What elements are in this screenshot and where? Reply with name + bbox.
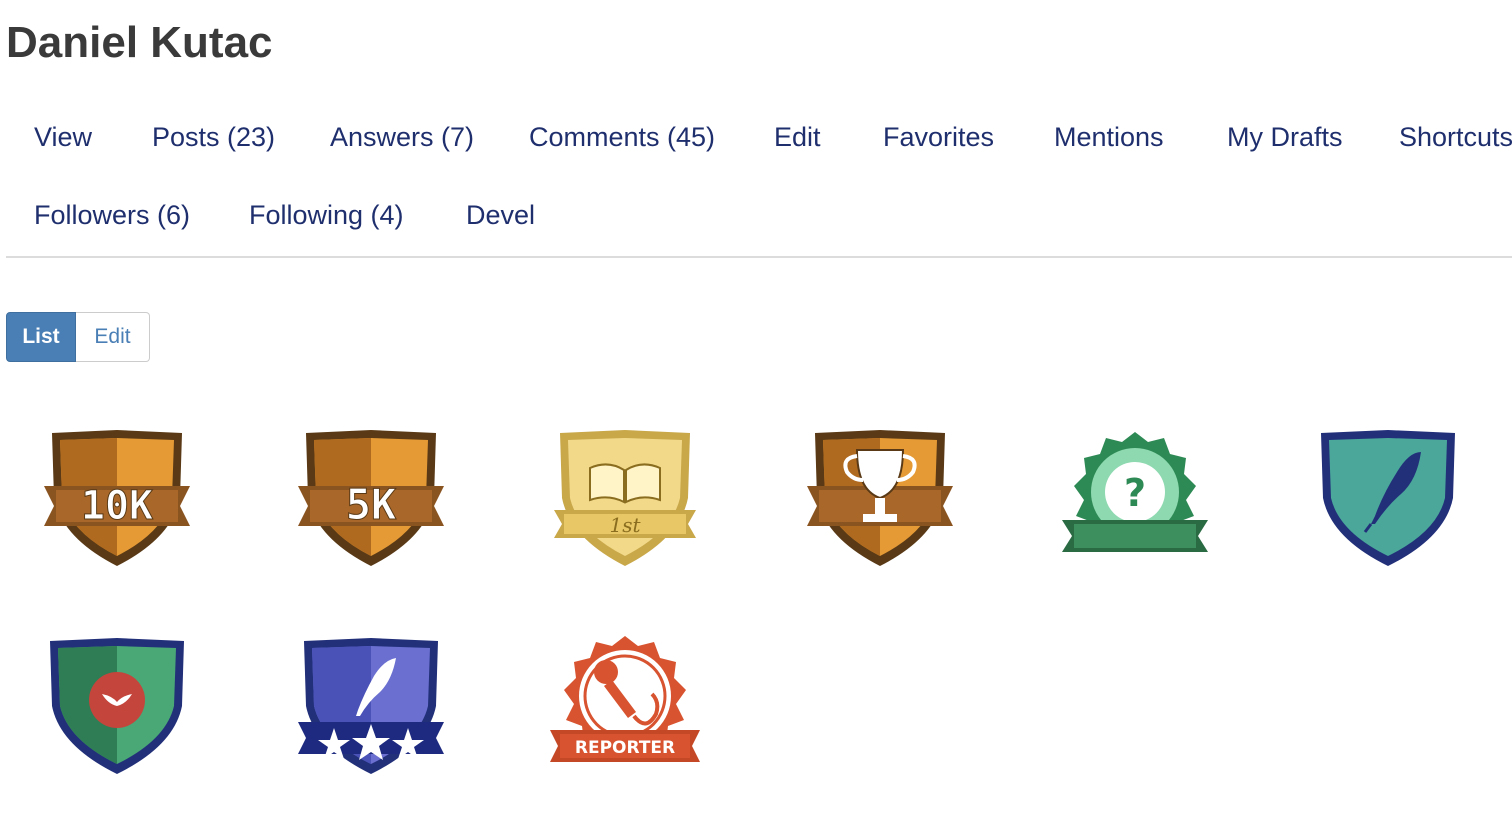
- 5k-badge-text: 5K: [346, 480, 397, 529]
- tabs-divider: [6, 256, 1512, 258]
- feather-shield-badge-icon[interactable]: [1313, 428, 1463, 568]
- 5k-badge-icon[interactable]: 5K: [296, 428, 446, 568]
- tab-shortcuts[interactable]: Shortcuts: [1399, 122, 1512, 153]
- red-emblem-shield-badge-icon[interactable]: [42, 636, 192, 776]
- tab-mentions[interactable]: Mentions: [1054, 122, 1164, 153]
- tab-followers[interactable]: Followers (6): [34, 200, 190, 231]
- tab-comments[interactable]: Comments (45): [529, 122, 715, 153]
- reporter-badge-icon[interactable]: REPORTER: [550, 632, 700, 772]
- 10k-badge-icon[interactable]: 10K: [42, 428, 192, 568]
- first-book-badge-icon[interactable]: 1st: [550, 428, 700, 568]
- tab-posts[interactable]: Posts (23): [152, 122, 275, 153]
- tab-devel[interactable]: Devel: [466, 200, 535, 231]
- reporter-badge-text: REPORTER: [575, 738, 675, 758]
- tab-edit[interactable]: Edit: [774, 122, 821, 153]
- tab-view[interactable]: View: [34, 122, 92, 153]
- trophy-badge-icon[interactable]: [805, 428, 955, 568]
- 10k-badge-text: 10K: [81, 483, 153, 529]
- tab-answers[interactable]: Answers (7): [330, 122, 474, 153]
- list-button[interactable]: List: [6, 312, 76, 362]
- question-badge-icon[interactable]: ?: [1060, 428, 1210, 568]
- tab-my-drafts[interactable]: My Drafts: [1227, 122, 1343, 153]
- tab-favorites[interactable]: Favorites: [883, 122, 994, 153]
- page-title: Daniel Kutac: [6, 18, 273, 67]
- tab-following[interactable]: Following (4): [249, 200, 404, 231]
- feather-stars-badge-icon[interactable]: [296, 636, 446, 776]
- question-mark-icon: ?: [1124, 471, 1146, 515]
- first-badge-text: 1st: [609, 513, 641, 537]
- edit-button[interactable]: Edit: [76, 312, 150, 362]
- view-toggle: List Edit: [6, 312, 150, 364]
